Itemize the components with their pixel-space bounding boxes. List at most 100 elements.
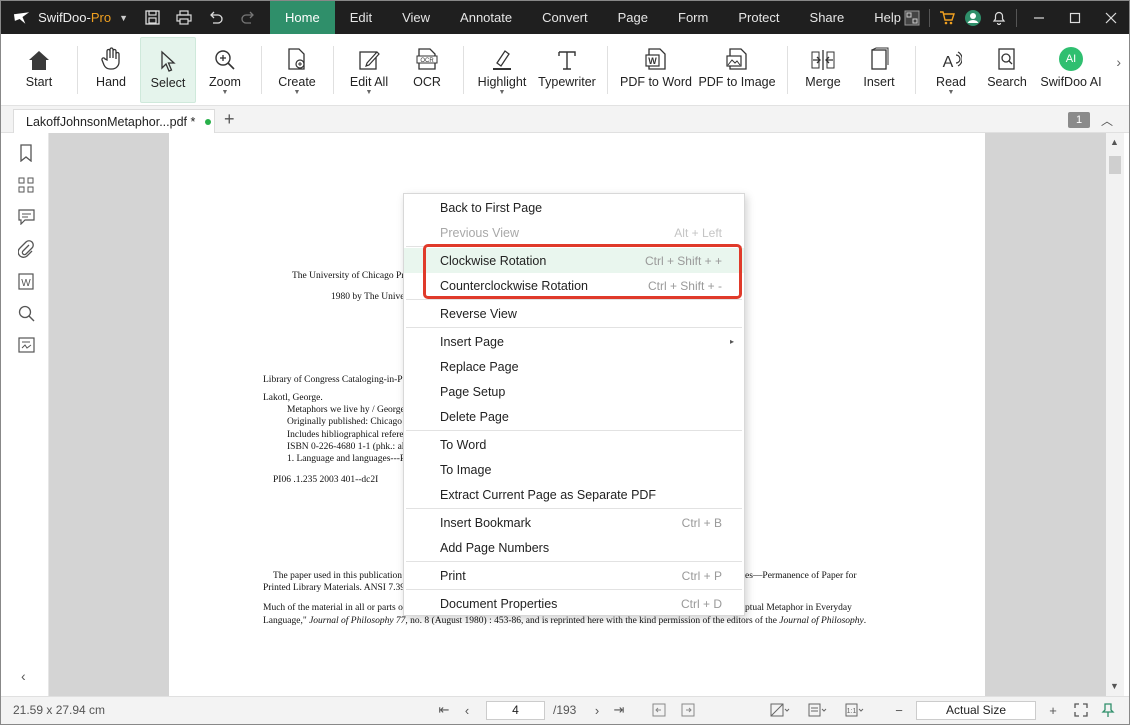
word-convert-icon[interactable]: W bbox=[16, 271, 36, 291]
zoom-level-select[interactable]: Actual Size bbox=[916, 701, 1036, 720]
document-tab[interactable]: LakoffJohnsonMetaphor...pdf * bbox=[13, 109, 215, 134]
edit-all-button[interactable]: Edit All ▼ bbox=[345, 37, 393, 103]
menu-item-add-page-numbers[interactable]: Add Page Numbers bbox=[404, 535, 744, 560]
scroll-down-arrow-icon[interactable]: ▼ bbox=[1110, 681, 1119, 691]
minimize-icon[interactable] bbox=[1021, 1, 1057, 34]
start-button[interactable]: Start bbox=[17, 37, 61, 103]
menu-item-delete-page[interactable]: Delete Page bbox=[404, 404, 744, 429]
menu-item-insert-page[interactable]: Insert Page ▸ bbox=[404, 329, 744, 354]
app-logo[interactable]: SwifDoo- Pro ▼ bbox=[13, 10, 128, 25]
last-page-icon[interactable]: ⇥ bbox=[611, 702, 627, 718]
select-button[interactable]: Select bbox=[140, 37, 196, 103]
sidebar-collapse-chevron-icon[interactable]: ‹ bbox=[21, 668, 26, 684]
highlight-button[interactable]: Highlight ▼ bbox=[475, 37, 529, 103]
app-name: SwifDoo- bbox=[38, 10, 91, 25]
read-dropdown-caret-icon: ▼ bbox=[947, 89, 955, 96]
menu-item-to-word[interactable]: To Word bbox=[404, 432, 744, 457]
menu-item-document-properties[interactable]: Document Properties Ctrl + D bbox=[404, 591, 744, 616]
page-text-line: es—Permanence of Paper for bbox=[745, 571, 857, 581]
pdf-to-word-button[interactable]: W PDF to Word bbox=[619, 37, 693, 103]
add-tab-icon[interactable]: + bbox=[224, 109, 235, 130]
pin-icon[interactable] bbox=[1100, 702, 1116, 718]
toolbar-more-chevron-icon[interactable]: › bbox=[1116, 54, 1121, 70]
actual-size-fit-icon[interactable]: 1:1 bbox=[844, 702, 866, 718]
scroll-thumb[interactable] bbox=[1109, 156, 1121, 174]
menu-item-previous-view[interactable]: Previous View Alt + Left bbox=[404, 220, 744, 245]
page-display-mode-icon[interactable] bbox=[769, 702, 791, 718]
merge-button[interactable]: Merge bbox=[801, 37, 845, 103]
menu-edit[interactable]: Edit bbox=[335, 1, 387, 34]
signature-panel-icon[interactable] bbox=[16, 335, 36, 355]
document-tab-title: LakoffJohnsonMetaphor...pdf * bbox=[26, 115, 196, 129]
menu-form[interactable]: Form bbox=[663, 1, 723, 34]
menu-item-replace-page[interactable]: Replace Page bbox=[404, 354, 744, 379]
read-button[interactable]: A Read ▼ bbox=[929, 37, 973, 103]
menu-view[interactable]: View bbox=[387, 1, 445, 34]
previous-page-icon[interactable]: ‹ bbox=[459, 702, 475, 718]
swifdoo-ai-button[interactable]: AI SwifDoo AI bbox=[1039, 37, 1103, 103]
menu-page[interactable]: Page bbox=[603, 1, 663, 34]
menu-item-print[interactable]: Print Ctrl + P bbox=[404, 563, 744, 588]
submenu-arrow-icon: ▸ bbox=[729, 337, 734, 346]
cart-icon[interactable] bbox=[934, 1, 960, 34]
menu-protect[interactable]: Protect bbox=[723, 1, 794, 34]
toolbar-divider bbox=[915, 46, 916, 94]
close-icon[interactable] bbox=[1093, 1, 1129, 34]
attachment-icon[interactable] bbox=[16, 239, 36, 259]
previous-view-icon[interactable] bbox=[651, 702, 667, 718]
page-text-line: ptual Metaphor in Everyday bbox=[745, 603, 852, 613]
menu-home[interactable]: Home bbox=[270, 1, 335, 34]
page-text-line: The University of Chicago Pr bbox=[292, 271, 405, 281]
thumbnails-icon[interactable] bbox=[16, 175, 36, 195]
merge-label: Merge bbox=[805, 75, 841, 89]
maximize-icon[interactable] bbox=[1057, 1, 1093, 34]
scroll-up-arrow-icon[interactable]: ▲ bbox=[1110, 137, 1119, 147]
unsaved-status-dot-icon bbox=[205, 119, 212, 125]
next-page-icon[interactable]: › bbox=[589, 702, 605, 718]
toolbar-divider bbox=[77, 46, 78, 94]
create-button[interactable]: Create ▼ bbox=[275, 37, 319, 103]
zoom-in-icon[interactable]: + bbox=[1045, 702, 1061, 718]
menu-item-back-to-first-page[interactable]: Back to First Page bbox=[404, 195, 744, 220]
menu-divider bbox=[406, 508, 742, 509]
typewriter-icon bbox=[558, 51, 576, 70]
current-page-input[interactable]: 4 bbox=[486, 701, 545, 720]
menu-item-page-setup[interactable]: Page Setup bbox=[404, 379, 744, 404]
svg-text:A: A bbox=[943, 54, 954, 71]
print-icon[interactable] bbox=[168, 1, 200, 34]
pdf-to-image-icon bbox=[726, 48, 747, 70]
vertical-scrollbar[interactable]: ▲ ▼ bbox=[1106, 133, 1124, 696]
highlighter-icon bbox=[493, 50, 511, 70]
insert-button[interactable]: Insert bbox=[857, 37, 901, 103]
fullscreen-icon[interactable] bbox=[1073, 702, 1089, 718]
redo-icon[interactable] bbox=[232, 1, 264, 34]
menu-item-extract-page[interactable]: Extract Current Page as Separate PDF bbox=[404, 482, 744, 507]
menu-annotate[interactable]: Annotate bbox=[445, 1, 527, 34]
hand-button[interactable]: Hand bbox=[89, 37, 133, 103]
menu-share[interactable]: Share bbox=[795, 1, 860, 34]
notification-bell-icon[interactable] bbox=[986, 1, 1012, 34]
undo-icon[interactable] bbox=[200, 1, 232, 34]
collapse-ribbon-chevron-icon[interactable]: ︿ bbox=[1101, 112, 1113, 129]
first-page-icon[interactable]: ⇤ bbox=[436, 702, 452, 718]
user-avatar-icon[interactable] bbox=[960, 1, 986, 34]
zoom-button[interactable]: Zoom ▼ bbox=[203, 37, 247, 103]
typewriter-button[interactable]: Typewriter bbox=[537, 37, 597, 103]
menu-item-to-image[interactable]: To Image bbox=[404, 457, 744, 482]
search-button[interactable]: Search bbox=[985, 37, 1029, 103]
save-icon[interactable] bbox=[136, 1, 168, 34]
menu-item-reverse-view[interactable]: Reverse View bbox=[404, 301, 744, 326]
app-edition: Pro bbox=[90, 10, 112, 25]
app-menu-caret-icon[interactable]: ▼ bbox=[119, 13, 128, 23]
page-layout-icon[interactable] bbox=[807, 702, 829, 718]
search-icon[interactable] bbox=[16, 303, 36, 323]
ocr-button[interactable]: OCR OCR bbox=[405, 37, 449, 103]
bookmark-icon[interactable] bbox=[16, 143, 36, 163]
next-view-icon[interactable] bbox=[680, 702, 696, 718]
menu-convert[interactable]: Convert bbox=[527, 1, 603, 34]
zoom-out-icon[interactable]: − bbox=[891, 702, 907, 718]
menu-item-insert-bookmark[interactable]: Insert Bookmark Ctrl + B bbox=[404, 510, 744, 535]
pdf-to-image-button[interactable]: PDF to Image bbox=[698, 37, 776, 103]
comments-icon[interactable] bbox=[16, 207, 36, 227]
qr-code-icon[interactable] bbox=[899, 1, 925, 34]
